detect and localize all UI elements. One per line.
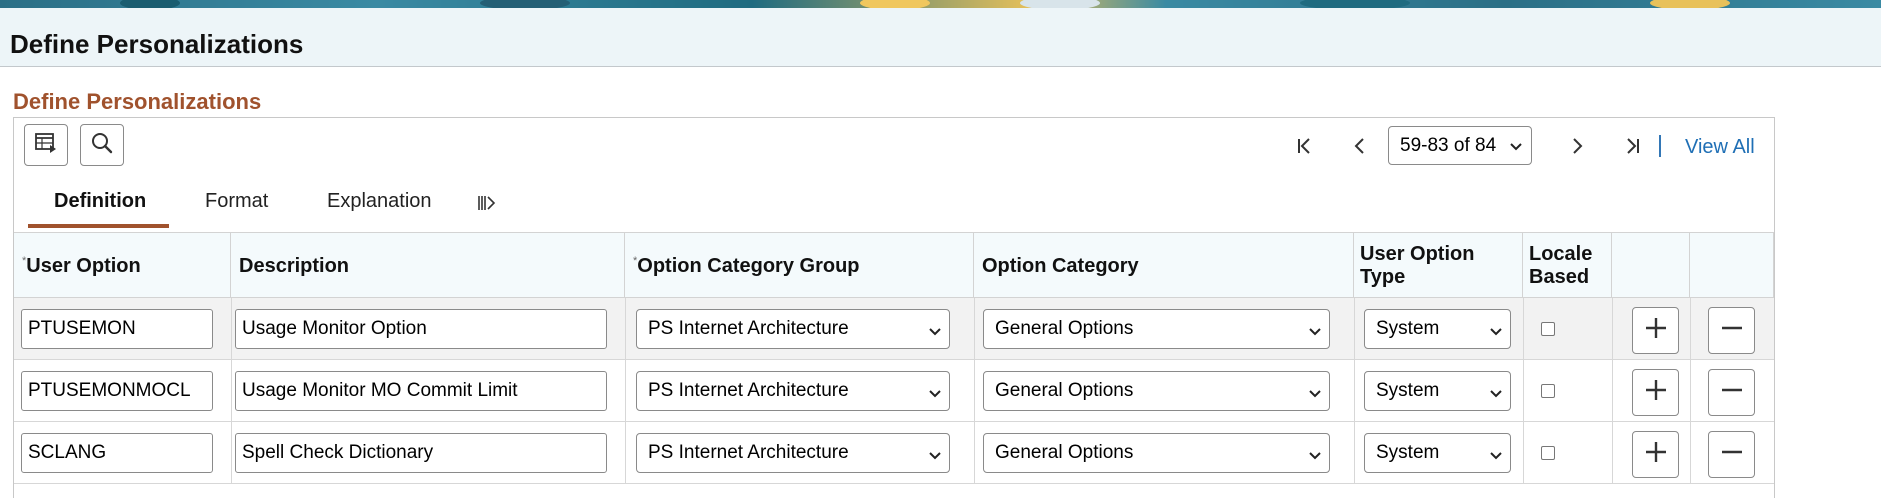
user-option-input[interactable]: PTUSEMON bbox=[21, 309, 213, 349]
option-category-select[interactable]: General Options bbox=[983, 309, 1330, 349]
delete-row-button[interactable] bbox=[1708, 431, 1755, 478]
grid-personalize-icon bbox=[34, 132, 58, 159]
col-description-label: Description bbox=[239, 255, 350, 277]
delete-row-button[interactable] bbox=[1708, 307, 1755, 354]
col-option-category[interactable]: Option Category bbox=[974, 232, 1354, 298]
delete-row-button[interactable] bbox=[1708, 369, 1755, 416]
user-option-input[interactable]: PTUSEMONMOCL bbox=[21, 371, 213, 411]
search-icon bbox=[90, 131, 114, 160]
chevron-down-icon bbox=[1308, 323, 1322, 345]
col-delete-row bbox=[1690, 232, 1774, 298]
chevron-down-icon bbox=[1509, 138, 1523, 160]
plus-icon bbox=[1643, 315, 1669, 346]
option-category-select[interactable]: General Options bbox=[983, 433, 1330, 473]
col-user-option-type[interactable]: User Option Type bbox=[1354, 232, 1523, 298]
col-option-category-group-label: Option Category Group bbox=[637, 255, 860, 277]
table-row: PTUSEMON Usage Monitor Option PS Interne… bbox=[14, 298, 1774, 360]
plus-icon bbox=[1643, 439, 1669, 470]
option-category-group-select[interactable]: PS Internet Architecture bbox=[636, 433, 950, 473]
page-range-select[interactable]: 59-83 of 84 bbox=[1388, 126, 1532, 165]
add-row-button[interactable] bbox=[1632, 307, 1679, 354]
tab-format[interactable]: Format bbox=[205, 190, 268, 213]
table-row: SCLANG Spell Check Dictionary PS Interne… bbox=[14, 422, 1774, 484]
user-option-input[interactable]: SCLANG bbox=[21, 433, 213, 473]
plus-icon bbox=[1643, 377, 1669, 408]
pagination-separator bbox=[1659, 135, 1661, 157]
col-locale-based[interactable]: Locale Based bbox=[1523, 232, 1612, 298]
chevron-down-icon bbox=[1489, 385, 1503, 407]
locale-based-checkbox[interactable] bbox=[1541, 322, 1555, 336]
col-add-row bbox=[1612, 232, 1690, 298]
description-input[interactable]: Spell Check Dictionary bbox=[235, 433, 607, 473]
col-option-category-group[interactable]: *Option Category Group bbox=[625, 232, 974, 298]
user-option-type-select[interactable]: System bbox=[1364, 433, 1511, 473]
section-title: Define Personalizations bbox=[13, 89, 262, 114]
chevron-down-icon bbox=[1489, 323, 1503, 345]
add-row-button[interactable] bbox=[1632, 369, 1679, 416]
view-all-link[interactable]: View All bbox=[1685, 136, 1755, 159]
col-user-option-label: User Option bbox=[26, 255, 141, 277]
chevron-down-icon bbox=[1489, 447, 1503, 469]
chevron-down-icon bbox=[1308, 385, 1322, 407]
table-row: PTUSEMONMOCL Usage Monitor MO Commit Lim… bbox=[14, 360, 1774, 422]
top-banner bbox=[0, 0, 1881, 8]
col-option-category-label: Option Category bbox=[982, 255, 1139, 277]
page-header: Define Personalizations bbox=[0, 8, 1881, 67]
description-input[interactable]: Usage Monitor MO Commit Limit bbox=[235, 371, 607, 411]
personalizations-grid: 59-83 of 84 View All Definition Format E… bbox=[13, 117, 1775, 498]
option-category-select[interactable]: General Options bbox=[983, 371, 1330, 411]
user-option-type-select[interactable]: System bbox=[1364, 371, 1511, 411]
active-tab-indicator bbox=[28, 224, 169, 228]
next-page-icon[interactable] bbox=[1563, 132, 1591, 160]
tab-definition[interactable]: Definition bbox=[54, 190, 146, 213]
show-all-columns-icon[interactable] bbox=[477, 194, 497, 218]
tab-explanation[interactable]: Explanation bbox=[327, 190, 432, 213]
option-category-group-select[interactable]: PS Internet Architecture bbox=[636, 309, 950, 349]
minus-icon bbox=[1719, 315, 1745, 346]
description-input[interactable]: Usage Monitor Option bbox=[235, 309, 607, 349]
minus-icon bbox=[1719, 377, 1745, 408]
previous-page-icon[interactable] bbox=[1346, 132, 1374, 160]
add-row-button[interactable] bbox=[1632, 431, 1679, 478]
option-category-group-select[interactable]: PS Internet Architecture bbox=[636, 371, 950, 411]
minus-icon bbox=[1719, 439, 1745, 470]
col-user-option[interactable]: *User Option bbox=[14, 232, 231, 298]
chevron-down-icon bbox=[928, 323, 942, 345]
locale-based-checkbox[interactable] bbox=[1541, 384, 1555, 398]
col-description[interactable]: Description bbox=[231, 232, 625, 298]
page-range-value: 59-83 of 84 bbox=[1400, 134, 1497, 156]
user-option-type-select[interactable]: System bbox=[1364, 309, 1511, 349]
chevron-down-icon bbox=[928, 385, 942, 407]
personalize-grid-button[interactable] bbox=[24, 124, 68, 166]
find-in-grid-button[interactable] bbox=[80, 124, 124, 166]
chevron-down-icon bbox=[928, 447, 942, 469]
first-page-icon[interactable] bbox=[1291, 132, 1319, 160]
last-page-icon[interactable] bbox=[1618, 132, 1646, 160]
chevron-down-icon bbox=[1308, 447, 1322, 469]
page-title: Define Personalizations bbox=[10, 29, 304, 59]
locale-based-checkbox[interactable] bbox=[1541, 446, 1555, 460]
